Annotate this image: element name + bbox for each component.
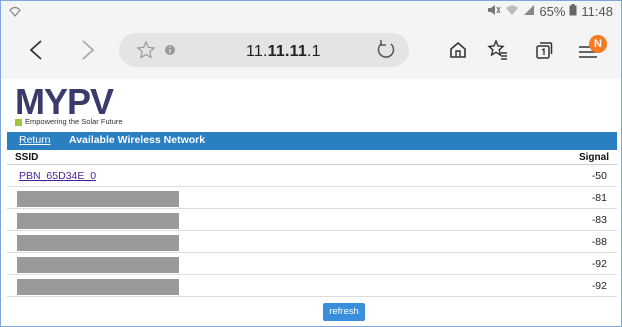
leaf-icon [15,119,22,126]
ssid-link[interactable]: PBN_65D34E_0 [19,170,96,182]
mypv-logo: MYPV Empowering the Solar Future [15,81,215,131]
column-header-signal: Signal [578,152,609,163]
table-header: SSID Signal [7,151,617,165]
reload-icon[interactable] [373,37,399,63]
table-row[interactable]: -92 [7,275,617,297]
refresh-button[interactable]: refresh [323,303,365,321]
wireless-networks-table: SSID Signal PBN_65D34E_0 -50 -81 -83 -88… [7,151,617,297]
signal-value: -83 [591,214,607,226]
table-row[interactable]: -81 [7,187,617,209]
cell-signal-icon [523,4,535,20]
back-icon[interactable] [23,37,49,63]
status-bar: 65% 11:48 [1,1,621,23]
notification-badge: N [589,35,607,53]
mute-icon [487,4,501,20]
home-icon[interactable] [445,37,471,63]
nav-bar: Return Available Wireless Network [7,132,617,150]
signal-value: -88 [591,236,607,248]
clock: 11:48 [581,4,613,19]
column-header-ssid: SSID [15,152,39,163]
signal-value: -81 [591,192,607,204]
ssid-redacted[interactable] [17,213,179,229]
signal-value: -92 [591,280,607,292]
ssid-redacted[interactable] [17,235,179,251]
url-text[interactable]: 11.11.11.1 [246,43,321,61]
table-row[interactable]: -92 [7,253,617,275]
table-row[interactable]: PBN_65D34E_0 -50 [7,165,617,187]
ssid-redacted[interactable] [17,257,179,273]
bookmarks-icon[interactable] [485,37,511,63]
logo-tagline: Empowering the Solar Future [25,117,123,126]
battery-icon [569,4,577,20]
forward-icon[interactable] [75,37,101,63]
url-part: .1 [306,43,321,60]
ssid-redacted[interactable] [17,191,179,207]
battery-percent: 65% [539,4,566,19]
screen: 65% 11:48 11.11.11.1 N MYPV Empowering t… [0,0,622,327]
url-part: 11. [246,43,268,60]
url-part-bold: 11.11 [267,43,307,60]
ssid-redacted[interactable] [17,279,179,295]
tabs-icon[interactable] [531,37,557,63]
table-row[interactable]: -88 [7,231,617,253]
bookmark-star-icon[interactable] [133,37,159,63]
site-info-icon[interactable] [157,37,183,63]
browser-toolbar: 11.11.11.1 N [1,23,621,79]
signal-value: -50 [591,170,607,182]
signal-value: -92 [591,258,607,270]
wifi-icon [9,5,21,23]
page-title: Available Wireless Network [69,134,206,146]
return-link[interactable]: Return [19,134,51,146]
wifi-status-icon [505,4,519,20]
table-row[interactable]: -83 [7,209,617,231]
